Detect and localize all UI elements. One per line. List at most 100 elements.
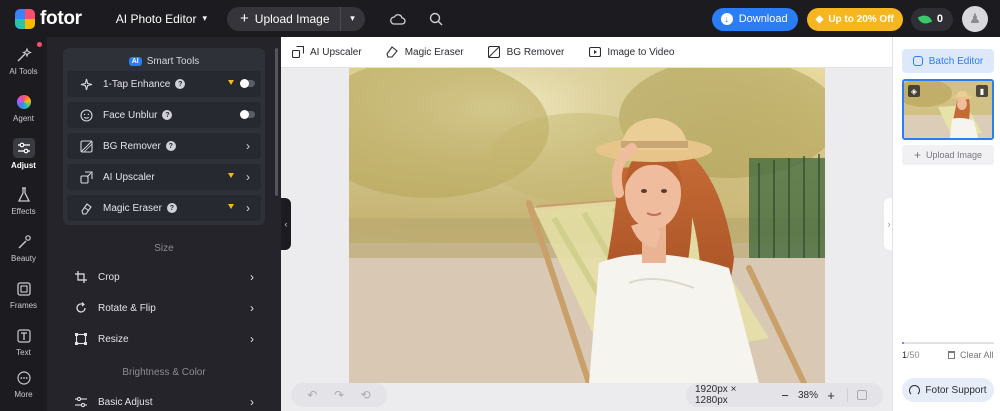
cloud-icon[interactable] <box>389 10 407 28</box>
sparkle-wand-icon <box>15 46 33 64</box>
smart-tools-card: AI Smart Tools 1-Tap Enhance ? Face Unbl… <box>63 48 265 225</box>
menu-label: Basic Adjust <box>98 396 153 408</box>
support-label: Fotor Support <box>925 384 987 396</box>
download-icon: ↓ <box>720 13 733 25</box>
image-dimensions: 1920px × 1280px <box>695 384 737 406</box>
avatar[interactable]: ♟ <box>962 6 988 32</box>
tool-label: Magic Eraser <box>103 202 162 214</box>
tool-row-face-unblur[interactable]: Face Unblur ? <box>67 102 261 128</box>
upload-image-button[interactable]: + Upload Image <box>227 6 341 31</box>
smart-tools-title: Smart Tools <box>146 55 200 67</box>
download-button[interactable]: ↓ Download <box>711 7 798 31</box>
compare-icon[interactable] <box>857 390 867 400</box>
zoom-in-button[interactable]: + <box>823 388 839 403</box>
layers-icon[interactable]: ◈ <box>908 85 920 97</box>
rail-item-ai-tools[interactable]: AI Tools <box>0 46 47 76</box>
text-t-icon <box>15 327 33 345</box>
fotor-logo-icon <box>15 8 35 29</box>
rail-item-effects[interactable]: Effects <box>0 186 47 216</box>
history-reset-icon[interactable]: ⟲ <box>361 388 371 402</box>
chevron-right-icon: › <box>246 201 250 215</box>
strip-bg-remover[interactable]: BG Remover <box>488 46 564 59</box>
divider <box>847 388 848 402</box>
redo-icon[interactable]: ↷ <box>334 388 344 402</box>
menu-row-rotate-flip[interactable]: Rotate & Flip › <box>74 298 258 318</box>
right-panel: Batch Editor ◈ ▮ + Upload Image 1/50 Cle… <box>892 37 1000 411</box>
menu-row-crop[interactable]: Crop › <box>74 267 258 287</box>
menu-row-basic-adjust[interactable]: Basic Adjust › <box>74 392 258 411</box>
bg-remover-icon <box>488 46 501 59</box>
zoom-out-button[interactable]: − <box>777 388 793 403</box>
tool-row-magic-eraser[interactable]: Magic Eraser ? › <box>67 195 261 221</box>
chevron-right-icon: › <box>250 301 254 315</box>
chevron-right-icon: › <box>250 395 254 409</box>
strip-ai-upscaler[interactable]: AI Upscaler <box>291 46 362 59</box>
undo-icon[interactable]: ↶ <box>307 388 317 402</box>
tool-row-bg-remover[interactable]: BG Remover ? › <box>67 133 261 159</box>
help-icon[interactable]: ? <box>162 110 173 120</box>
tool-row-1-tap-enhance[interactable]: 1-Tap Enhance ? <box>67 71 261 97</box>
sliders-icon <box>74 395 88 409</box>
strip-label: Magic Eraser <box>404 46 464 58</box>
menu-row-resize[interactable]: Resize › <box>74 329 258 349</box>
progress-fill <box>902 342 904 344</box>
app-root: fotor AI Photo Editor ▾ + Upload Image ▾… <box>0 0 1000 411</box>
credits-count: 0 <box>936 13 943 25</box>
panel-scrollbar[interactable] <box>275 48 278 196</box>
leaf-icon <box>917 12 933 26</box>
image-thumbnail[interactable]: ◈ ▮ <box>902 79 994 140</box>
search-icon[interactable] <box>427 10 445 28</box>
rail-label: AI Tools <box>9 67 38 76</box>
resize-icon <box>74 332 88 346</box>
upload-image-label: Upload Image <box>254 11 330 26</box>
strip-magic-eraser[interactable]: Magic Eraser <box>386 46 464 59</box>
premium-crown-icon <box>228 204 234 209</box>
upscaler-icon <box>291 46 304 59</box>
collapse-panel-tab[interactable]: ‹ <box>281 198 291 250</box>
promo-label: Up to 20% Off <box>828 13 894 25</box>
batch-editor-button[interactable]: Batch Editor <box>902 49 994 73</box>
plus-icon: + <box>240 10 249 27</box>
rail-item-text[interactable]: Text <box>0 327 47 357</box>
fotor-logo[interactable]: fotor <box>15 8 82 30</box>
rail-item-agent[interactable]: Agent <box>0 93 47 123</box>
count-total: /50 <box>907 350 920 360</box>
size-section-title: Size <box>154 243 174 254</box>
rail-item-more[interactable]: More <box>0 369 47 399</box>
zoom-value[interactable]: 38% <box>793 390 823 401</box>
help-icon[interactable]: ? <box>166 203 177 213</box>
face-unblur-toggle[interactable] <box>240 110 255 119</box>
image-count: 1/50 <box>902 350 920 360</box>
rail-item-adjust[interactable]: Adjust <box>0 138 47 170</box>
menu-label: Crop <box>98 271 120 283</box>
tool-label: 1-Tap Enhance <box>103 78 171 90</box>
rail-label: More <box>14 390 33 399</box>
fotor-support-button[interactable]: Fotor Support <box>902 378 994 402</box>
eraser-icon <box>386 46 399 59</box>
trash-icon[interactable]: ▮ <box>976 85 988 97</box>
help-icon[interactable]: ? <box>175 79 186 89</box>
rail-item-frames[interactable]: Frames <box>0 280 47 310</box>
help-icon[interactable]: ? <box>165 141 176 151</box>
diamond-icon: ◆ <box>815 13 824 25</box>
promo-button[interactable]: ◆ Up to 20% Off <box>806 7 903 31</box>
upload-options-dropdown[interactable]: ▾ <box>341 7 365 31</box>
product-menu[interactable]: AI Photo Editor ▾ <box>116 12 207 26</box>
rail-label: Text <box>16 348 31 357</box>
strip-image-to-video[interactable]: Image to Video <box>588 46 674 59</box>
chevron-right-icon: › <box>246 139 250 153</box>
upload-group: + Upload Image ▾ <box>227 6 365 31</box>
beauty-wand-icon <box>15 233 33 251</box>
tool-label: Face Unblur <box>103 109 158 121</box>
upload-more-button[interactable]: + Upload Image <box>902 145 994 165</box>
credits-badge[interactable]: 0 <box>910 7 953 31</box>
headset-icon <box>909 384 921 396</box>
chevron-down-icon: ▾ <box>202 13 208 23</box>
rail-item-beauty[interactable]: Beauty <box>0 233 47 263</box>
tool-row-ai-upscaler[interactable]: AI Upscaler › <box>67 164 261 190</box>
enhance-toggle[interactable] <box>240 79 255 88</box>
canvas-photo[interactable] <box>349 68 825 383</box>
logo-text: fotor <box>40 7 82 29</box>
clear-all-button[interactable]: Clear All <box>948 350 994 360</box>
sliders-icon <box>12 138 35 158</box>
